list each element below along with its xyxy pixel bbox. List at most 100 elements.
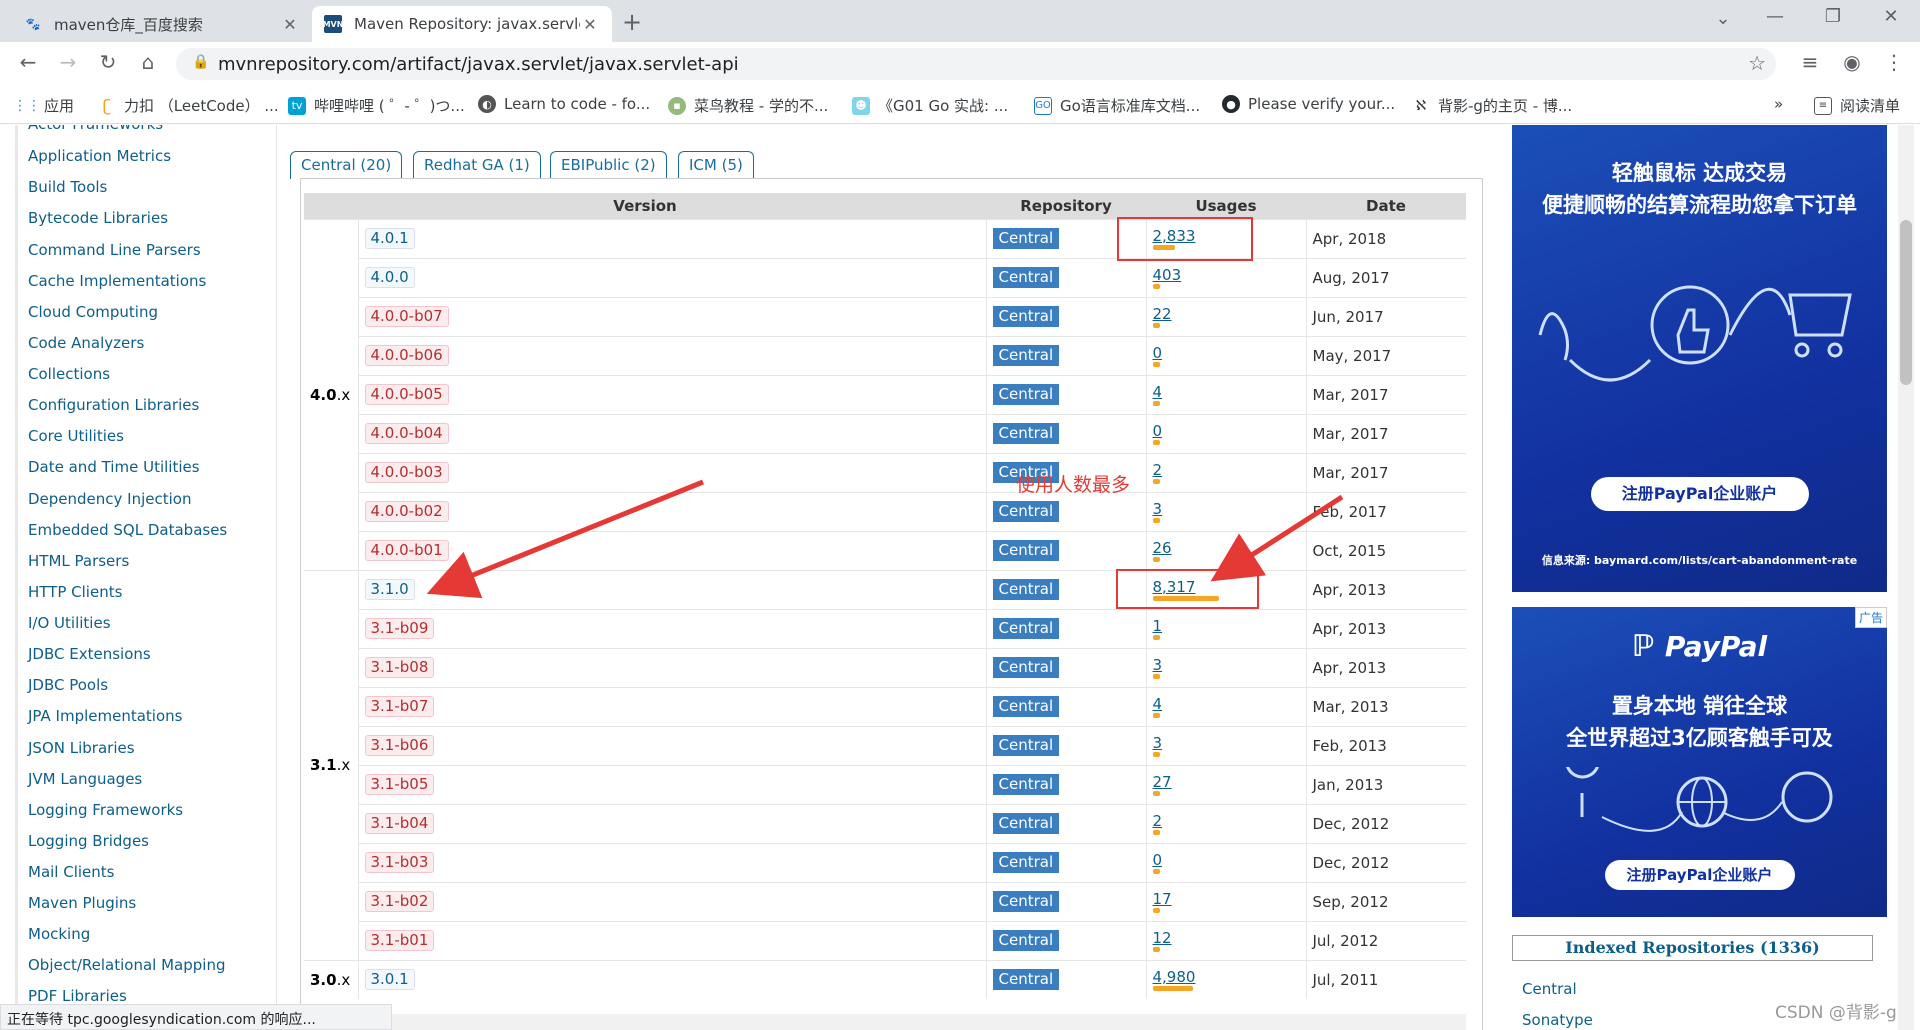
bookmark-label: 哔哩哔哩 ( ゜- ゜)つ... [314, 97, 465, 115]
ad-source-note: 信息来源: baymard.com/lists/cart-abandonment… [1541, 554, 1858, 567]
sidebar-category[interactable]: Bytecode Libraries [28, 209, 168, 227]
ad-headline: 置身本地 销往全球 [1611, 694, 1788, 718]
cnblogs-icon: ℵ [1412, 96, 1430, 115]
sidebar-category[interactable]: Mocking [28, 925, 90, 943]
sidebar-category[interactable]: JSON Libraries [28, 739, 135, 757]
sidebar-category[interactable]: Object/Relational Mapping [28, 956, 225, 974]
sidebar-category[interactable]: HTML Parsers [28, 552, 129, 570]
bookmark-leetcode[interactable]: ʗ 力扣 （LeetCode） ... [98, 95, 279, 116]
ad-headline: 便捷顺畅的结算流程助您拿下订单 [1542, 193, 1857, 217]
close-icon[interactable]: ✕ [580, 15, 600, 34]
sidebar-category[interactable]: JPA Implementations [28, 707, 182, 725]
fcc-icon: ◐ [478, 95, 496, 113]
more-bookmarks-button[interactable]: » [1774, 95, 1783, 113]
back-icon[interactable]: ← [14, 50, 42, 74]
forward-icon[interactable]: → [54, 50, 82, 74]
sidebar-category[interactable]: Application Metrics [28, 147, 171, 165]
category-sidebar: Actor Frameworks Application Metrics Bui… [15, 125, 277, 1030]
new-tab-button[interactable]: + [622, 8, 642, 36]
bookmark-go-practice[interactable]: ☻ 《G01 Go 实战: ... [852, 95, 1008, 116]
minimize-button[interactable]: — [1760, 6, 1790, 27]
sidebar-category[interactable]: Date and Time Utilities [28, 458, 200, 476]
bookmark-apps[interactable]: ⋮⋮ 应用 [13, 95, 74, 116]
tab-search-icon[interactable]: ⌄ [1708, 8, 1738, 29]
bookmark-star-icon[interactable]: ☆ [1748, 51, 1766, 75]
ad-register-button[interactable]: 注册PayPal企业账户 [1604, 860, 1795, 890]
ad-headline: 轻触鼠标 达成交易 [1611, 161, 1788, 185]
sidebar-category[interactable]: Configuration Libraries [28, 396, 199, 414]
sidebar-category[interactable]: Core Utilities [28, 427, 124, 445]
window-close-button[interactable]: ✕ [1876, 6, 1906, 27]
ad-illustration-icon [1538, 285, 1852, 382]
bookmark-runoob[interactable]: ▪ 菜鸟教程 - 学的不... [668, 95, 828, 116]
sidebar-category[interactable]: Command Line Parsers [28, 241, 201, 259]
runoob-icon: ▪ [668, 96, 686, 115]
sidebar-category[interactable]: Actor Frameworks [28, 125, 163, 133]
ad-badge[interactable]: 广告 [1854, 607, 1887, 628]
paypal-ad-banner-1[interactable]: 轻触鼠标 达成交易 便捷顺畅的结算流程助您拿下订单 注册PayPal企业账户 信… [1512, 125, 1887, 592]
profile-avatar-icon[interactable]: ◉ [1838, 50, 1866, 74]
sidebar-category[interactable]: Logging Bridges [28, 832, 149, 850]
page-content: Actor Frameworks Application Metrics Bui… [0, 125, 1920, 1030]
sidebar-category[interactable]: Maven Plugins [28, 894, 136, 912]
sidebar-category[interactable]: Code Analyzers [28, 334, 144, 352]
bookmark-label: 背影-g的主页 - 博... [1438, 97, 1573, 115]
indexed-repo-link[interactable]: Sonatype [1522, 1011, 1593, 1029]
bookmark-cnblogs[interactable]: ℵ 背影-g的主页 - 博... [1412, 95, 1572, 116]
sidebar-category[interactable]: Dependency Injection [28, 490, 192, 508]
browser-toolbar: ← → ↻ ⌂ 🔒 mvnrepository.com/artifact/jav… [0, 42, 1920, 86]
media-control-icon[interactable]: ≡ [1796, 50, 1824, 74]
bilibili-icon: tv [288, 96, 306, 115]
annotation-arrows [426, 479, 1344, 599]
sidebar-category[interactable]: JVM Languages [28, 770, 142, 788]
ad-register-button[interactable]: 注册PayPal企业账户 [1590, 477, 1809, 511]
home-icon[interactable]: ⌂ [134, 50, 162, 74]
bookmark-bilibili[interactable]: tv 哔哩哔哩 ( ゜- ゜)つ... [288, 95, 465, 116]
sidebar-category[interactable]: HTTP Clients [28, 583, 122, 601]
sidebar-category[interactable]: JDBC Pools [28, 676, 108, 694]
sidebar-category[interactable]: JDBC Extensions [28, 645, 151, 663]
sidebar-category[interactable]: Embedded SQL Databases [28, 521, 227, 539]
bookmark-label: Please verify your... [1248, 95, 1396, 113]
sidebar-category[interactable]: Cache Implementations [28, 272, 206, 290]
close-icon[interactable]: ✕ [280, 15, 300, 34]
right-column: 轻触鼠标 达成交易 便捷顺畅的结算流程助您拿下订单 注册PayPal企业账户 信… [1497, 125, 1920, 1030]
tab-title: maven仓库_百度搜索 [54, 15, 203, 34]
url-text[interactable]: mvnrepository.com/artifact/javax.servlet… [218, 54, 739, 75]
bookmark-go-docs[interactable]: GO Go语言标准库文档... [1034, 95, 1200, 116]
sidebar-category[interactable]: Mail Clients [28, 863, 114, 881]
lock-icon[interactable]: 🔒 [192, 54, 209, 70]
tab-title: Maven Repository: javax.servle [354, 15, 580, 33]
leetcode-icon: ʗ [98, 96, 116, 115]
sidebar-category[interactable]: I/O Utilities [28, 614, 111, 632]
address-bar[interactable]: 🔒 mvnrepository.com/artifact/javax.servl… [176, 48, 1776, 80]
reading-list-button[interactable]: ≡ 阅读清单 [1814, 95, 1900, 116]
sidebar-category[interactable]: Collections [28, 365, 110, 383]
bookmark-freecodecamp[interactable]: ◐ Learn to code - fo... [478, 95, 650, 113]
menu-kebab-icon[interactable]: ⋮ [1880, 50, 1908, 74]
indexed-repo-link[interactable]: Central [1522, 980, 1577, 998]
csdn-watermark: CSDN @背影-g [1775, 1003, 1897, 1023]
arrow-to-usages-8317 [1210, 494, 1344, 582]
go-docs-icon: GO [1034, 96, 1052, 115]
go-gopher-icon: ☻ [852, 96, 870, 115]
sidebar-category[interactable]: Logging Frameworks [28, 801, 183, 819]
baidu-paw-icon: 🐾 [25, 17, 41, 31]
ad-globe-illustration-icon [1566, 767, 1833, 832]
paypal-p-icon: ℙ [1631, 629, 1665, 664]
mvn-logo-icon: MVN [323, 15, 343, 33]
vertical-scrollbar-thumb[interactable] [1900, 220, 1912, 385]
paypal-logo: ℙ PayPal [1512, 629, 1887, 664]
sidebar-category[interactable]: Build Tools [28, 178, 107, 196]
ad-brand: PayPal [1664, 630, 1768, 663]
tab-mvnrepository[interactable]: MVN Maven Repository: javax.servle ✕ [312, 6, 612, 42]
sidebar-category[interactable]: PDF Libraries [28, 987, 127, 1005]
reload-icon[interactable]: ↻ [94, 50, 122, 74]
restore-button[interactable]: ❐ [1818, 6, 1848, 27]
bookmarks-bar: ⋮⋮ 应用 ʗ 力扣 （LeetCode） ... tv 哔哩哔哩 ( ゜- ゜)つ.… [0, 86, 1920, 124]
paypal-ad-banner-2[interactable]: 广告 ℙ PayPal 置身本地 销往全球 全世界超过3亿顾客触手可及 注册Pa… [1512, 607, 1887, 917]
tab-baidu[interactable]: 🐾 maven仓库_百度搜索 ✕ [12, 6, 312, 42]
indexed-repositories-heading[interactable]: Indexed Repositories (1336) [1512, 935, 1873, 961]
sidebar-category[interactable]: Cloud Computing [28, 303, 158, 321]
bookmark-github[interactable]: ● Please verify your... [1222, 95, 1395, 113]
